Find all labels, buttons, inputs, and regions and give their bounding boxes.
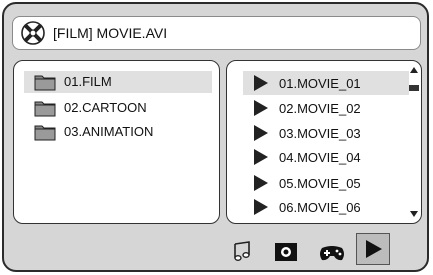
current-file-title: [FILM] MOVIE.AVI <box>53 25 168 41</box>
file-label: 03.MOVIE_03 <box>279 126 361 141</box>
file-label: 01.MOVIE_01 <box>279 76 361 91</box>
file-label: 02.MOVIE_02 <box>279 101 361 116</box>
play-icon <box>254 149 268 165</box>
media-browser-window: [FILM] MOVIE.AVI 01.FILM 02.CARTOON 03.A… <box>2 2 429 272</box>
folder-item-cartoon[interactable]: 02.CARTOON <box>24 97 212 119</box>
video-play-icon <box>366 240 382 258</box>
folder-icon <box>34 101 56 117</box>
file-item[interactable]: 05.MOVIE_05 <box>243 171 409 195</box>
folder-item-film[interactable]: 01.FILM <box>24 71 212 93</box>
game-icon[interactable] <box>318 244 346 262</box>
file-list-panel: 01.MOVIE_01 02.MOVIE_02 03.MOVIE_03 04.M… <box>226 60 422 224</box>
play-icon <box>254 75 268 91</box>
folder-item-animation[interactable]: 03.ANIMATION <box>24 121 212 143</box>
photo-icon[interactable] <box>274 240 298 262</box>
folder-label: 01.FILM <box>64 74 112 89</box>
video-mode-button[interactable] <box>356 233 390 265</box>
file-item[interactable]: 01.MOVIE_01 <box>243 71 409 95</box>
file-item[interactable]: 02.MOVIE_02 <box>243 96 409 120</box>
folder-icon <box>34 125 56 141</box>
play-icon <box>254 100 268 116</box>
scroll-up-arrow-icon[interactable] <box>409 65 419 75</box>
file-label: 05.MOVIE_05 <box>279 176 361 191</box>
file-label: 06.MOVIE_06 <box>279 200 361 215</box>
file-item[interactable]: 04.MOVIE_04 <box>243 145 409 169</box>
disc-icon <box>21 21 45 45</box>
scroll-down-arrow-icon[interactable] <box>409 209 419 219</box>
file-item[interactable]: 03.MOVIE_03 <box>243 121 409 145</box>
title-bar: [FILM] MOVIE.AVI <box>12 16 421 50</box>
folder-label: 02.CARTOON <box>64 100 147 115</box>
play-icon <box>254 199 268 215</box>
scroll-thumb[interactable] <box>409 85 419 91</box>
file-list-scrollbar[interactable] <box>409 65 419 219</box>
file-item[interactable]: 06.MOVIE_06 <box>243 195 409 219</box>
music-icon[interactable] <box>232 240 254 262</box>
folder-list-panel: 01.FILM 02.CARTOON 03.ANIMATION <box>13 60 220 224</box>
play-icon <box>254 175 268 191</box>
play-icon <box>254 125 268 141</box>
folder-icon <box>34 75 56 91</box>
folder-label: 03.ANIMATION <box>64 124 154 139</box>
file-label: 04.MOVIE_04 <box>279 150 361 165</box>
